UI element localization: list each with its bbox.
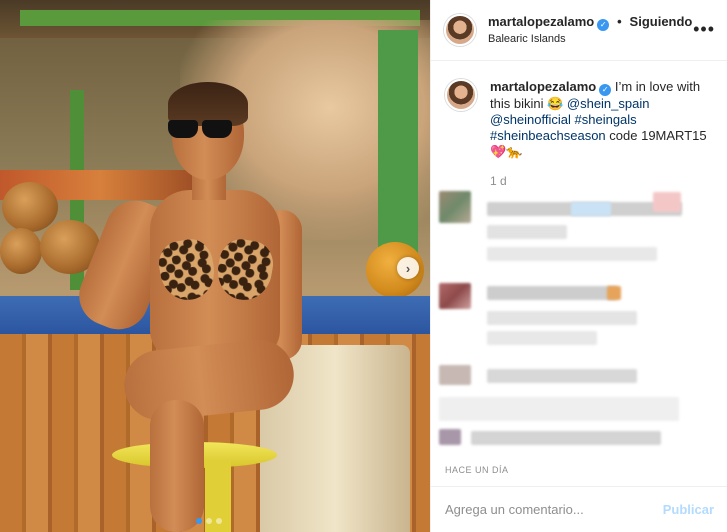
caption-text: martalopezalamo ✓ I’m in love with this b…	[490, 79, 714, 160]
verified-badge-icon: ✓	[597, 19, 610, 31]
blurred-comment	[571, 202, 611, 216]
carousel-dot	[206, 518, 212, 524]
blurred-comment	[471, 431, 661, 445]
post-header: martalopezalamo ✓ • Siguiendo Balearic Is…	[431, 0, 727, 61]
location-link[interactable]: Balearic Islands	[488, 31, 692, 47]
carousel-dot	[196, 518, 202, 524]
blurred-comment	[487, 247, 657, 261]
blurred-comment	[439, 397, 679, 421]
post-date: HACE UN DÍA	[445, 465, 509, 475]
hashtag-link[interactable]: #sheingals	[575, 112, 637, 127]
comments-area[interactable]: martalopezalamo ✓ I’m in love with this b…	[431, 61, 727, 486]
comment-input[interactable]	[445, 502, 663, 517]
carousel-dot	[216, 518, 222, 524]
post-photo[interactable]: ›	[0, 0, 430, 532]
carousel-dots	[196, 518, 222, 524]
blurred-avatar	[439, 191, 471, 223]
more-options-icon[interactable]: •••	[693, 20, 715, 38]
post-sidebar: martalopezalamo ✓ • Siguiendo Balearic Is…	[430, 0, 727, 532]
caption: martalopezalamo ✓ I’m in love with this b…	[445, 79, 714, 160]
header-text: martalopezalamo ✓ • Siguiendo Balearic Is…	[488, 13, 692, 47]
following-button[interactable]: Siguiendo	[630, 14, 693, 29]
photo-coconut	[0, 228, 42, 274]
promo-code-text: code 19MART15	[609, 128, 707, 143]
blurred-comment	[487, 225, 567, 239]
blurred-avatar	[439, 283, 471, 309]
avatar[interactable]	[444, 14, 476, 46]
username-link[interactable]: martalopezalamo	[488, 14, 594, 29]
blurred-comment	[487, 311, 637, 325]
photo-person-leg	[150, 400, 204, 532]
mention-link[interactable]: @shein_spain	[567, 96, 650, 111]
add-comment-bar: Publicar	[431, 486, 727, 532]
blurred-comment	[487, 331, 597, 345]
blurred-comment	[607, 286, 621, 300]
publish-button[interactable]: Publicar	[663, 502, 714, 517]
caption-timestamp: 1 d	[490, 174, 507, 188]
hashtag-link[interactable]: #sheinbeachseason	[490, 128, 606, 143]
blurred-avatar	[439, 429, 461, 445]
blurred-avatar	[439, 365, 471, 385]
separator: •	[617, 14, 622, 29]
photo-sunglasses	[168, 120, 234, 138]
verified-badge-icon: ✓	[599, 84, 612, 96]
blurred-comment	[653, 192, 681, 212]
blurred-comment	[487, 369, 637, 383]
carousel-next-button[interactable]: ›	[397, 257, 419, 279]
caption-emoji: 💖🐆	[490, 144, 523, 159]
blurred-comment	[487, 286, 617, 300]
caption-username-link[interactable]: martalopezalamo	[490, 79, 596, 94]
photo-coconut	[2, 182, 58, 232]
mention-link[interactable]: @sheinofficial	[490, 112, 571, 127]
instagram-post-modal: › martalopezalamo ✓ • Siguiendo Balearic …	[0, 0, 727, 532]
avatar[interactable]	[445, 79, 477, 111]
